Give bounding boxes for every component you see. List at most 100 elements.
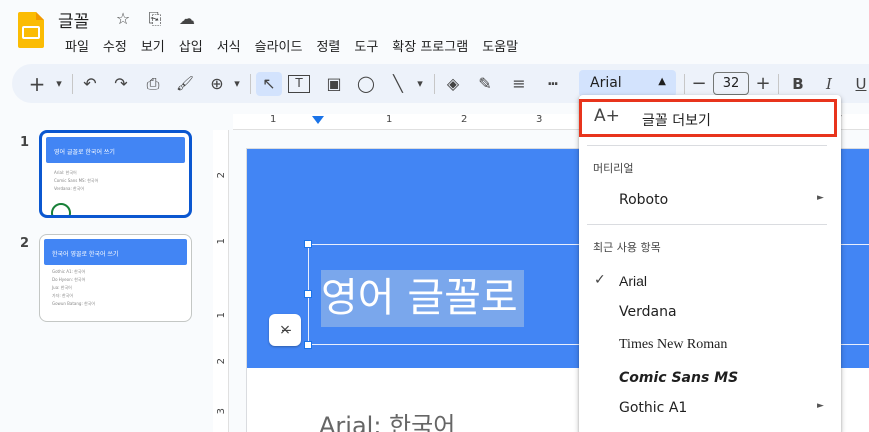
- select-tool-icon[interactable]: ↖: [256, 72, 282, 96]
- slide-thumbnail-2[interactable]: 한국어 영꼴로 한국어 쓰기 Gothic A1: 한국어 Do Hyeon: …: [39, 234, 192, 322]
- add-font-icon: A+: [594, 106, 620, 126]
- selected-title-text[interactable]: 영어 글꼴로: [321, 270, 524, 327]
- slides-logo-icon[interactable]: [18, 12, 44, 48]
- fill-color-icon[interactable]: ◈: [442, 72, 464, 96]
- more-fonts-item[interactable]: A+ 글꼴 더보기: [579, 99, 837, 137]
- indent-marker-icon[interactable]: [312, 116, 324, 124]
- menu-bar: 파일 수정 보기 삽입 서식 슬라이드 정렬 도구 확장 프로그램 도움말: [58, 35, 525, 58]
- resize-handle[interactable]: [304, 240, 312, 248]
- zoom-icon[interactable]: ⊕: [206, 72, 228, 96]
- border-weight-icon[interactable]: ≡: [508, 72, 530, 96]
- menu-help[interactable]: 도움말: [475, 35, 525, 58]
- menu-format[interactable]: 서식: [210, 35, 248, 58]
- thumbnail-line: 가자: 한국어: [52, 293, 74, 298]
- font-item-comic-sans[interactable]: Comic Sans MS: [619, 370, 738, 386]
- slide-thumbnail-1[interactable]: 영어 글꼴로 한국어 쓰기 Arial: 한국어 Comic Sans MS: …: [39, 130, 192, 218]
- body-text[interactable]: Arial: 한국어: [319, 406, 455, 432]
- more-fonts-label: 글꼴 더보기: [642, 113, 711, 129]
- submenu-arrow-icon: ►: [817, 401, 824, 411]
- image-icon[interactable]: ▣: [323, 72, 345, 96]
- collaborator-marker-icon: [51, 203, 71, 215]
- thumbnail-title-bar: 영어 글꼴로 한국어 쓰기: [46, 137, 185, 163]
- ruler-tick: 1: [216, 312, 227, 319]
- thumbnail-line: Do Hyeon: 한국어: [52, 277, 86, 282]
- toolbar-divider: [778, 74, 779, 94]
- ruler-tick: 1: [216, 238, 227, 245]
- resize-handle[interactable]: [304, 341, 312, 349]
- thumbnail-line: Jua: 한국어: [52, 285, 72, 290]
- thumbnail-title: 한국어 영꼴로 한국어 쓰기: [52, 251, 119, 258]
- ruler-tick: 3: [536, 114, 543, 125]
- ruler-tick: 2: [216, 172, 227, 179]
- increase-font-size-icon[interactable]: +: [753, 72, 773, 96]
- slide-number: 2: [20, 236, 30, 251]
- font-select-value: Arial: [590, 75, 622, 91]
- ruler-tick: 1: [270, 114, 277, 125]
- font-size-input[interactable]: 32: [713, 72, 749, 95]
- font-dropdown-menu: A+ 글꼴 더보기 머티리얼 Roboto ► 최근 사용 항목 ✓ Arial…: [579, 95, 841, 432]
- star-icon[interactable]: ☆: [112, 9, 134, 29]
- font-item-verdana[interactable]: Verdana: [619, 304, 677, 320]
- bold-icon[interactable]: B: [787, 72, 809, 96]
- toolbar-divider: [72, 74, 73, 94]
- textbox-icon[interactable]: T: [288, 75, 310, 93]
- toolbar-divider: [250, 74, 251, 94]
- document-title[interactable]: 글꼴: [58, 7, 89, 32]
- menu-edit[interactable]: 수정: [96, 35, 134, 58]
- menu-view[interactable]: 보기: [134, 35, 172, 58]
- font-select[interactable]: Arial ▲: [579, 70, 676, 97]
- section-header-material: 머티리얼: [593, 162, 634, 175]
- border-dash-icon[interactable]: ┅: [542, 72, 564, 96]
- font-caret-icon: ▲: [658, 76, 666, 87]
- new-slide-icon[interactable]: +: [26, 72, 48, 96]
- font-item-times-new-roman[interactable]: Times New Roman: [619, 337, 727, 353]
- print-icon[interactable]: ⎙: [142, 72, 164, 96]
- undo-icon[interactable]: ↶: [79, 72, 101, 96]
- move-folder-icon[interactable]: ⎘: [144, 9, 166, 29]
- thumbnail-line: Verdana: 한국어: [54, 186, 85, 191]
- slides-app: 글꼴 ☆ ⎘ ☁ 파일 수정 보기 삽입 서식 슬라이드 정렬 도구 확장 프로…: [0, 0, 869, 432]
- thumbnail-line: Gothic A1: 한국어: [52, 269, 86, 274]
- line-icon[interactable]: ╲: [387, 72, 409, 96]
- menu-insert[interactable]: 삽입: [172, 35, 210, 58]
- ruler-tick: 2: [216, 358, 227, 365]
- title-actions: ☆ ⎘ ☁: [112, 9, 198, 29]
- submenu-arrow-icon: ►: [817, 193, 824, 203]
- thumbnail-title: 영어 글꼴로 한국어 쓰기: [54, 149, 115, 156]
- border-color-icon[interactable]: ✎: [474, 72, 496, 96]
- check-icon: ✓: [594, 272, 606, 288]
- clear-formatting-icon[interactable]: ⨯̶: [269, 314, 301, 346]
- menu-divider: [587, 224, 827, 225]
- toolbar-divider: [684, 74, 685, 94]
- ruler-tick: 2: [461, 114, 468, 125]
- font-item-gothic-a1[interactable]: Gothic A1: [619, 400, 687, 416]
- cloud-status-icon[interactable]: ☁: [176, 9, 198, 29]
- redo-icon[interactable]: ↷: [110, 72, 132, 96]
- menu-arrange[interactable]: 정렬: [309, 35, 347, 58]
- menu-slide[interactable]: 슬라이드: [248, 35, 310, 58]
- vertical-ruler[interactable]: 2 1 1 2 3: [213, 130, 229, 432]
- thumbnail-title-bar: 한국어 영꼴로 한국어 쓰기: [44, 239, 187, 265]
- line-caret-icon[interactable]: ▾: [413, 72, 427, 96]
- thumbnail-line: Gowun Batang: 한국어: [52, 301, 96, 306]
- font-item-arial[interactable]: Arial: [619, 273, 647, 289]
- toolbar-divider: [434, 74, 435, 94]
- menu-divider: [587, 145, 827, 146]
- font-item-roboto[interactable]: Roboto: [619, 192, 668, 208]
- menu-tools[interactable]: 도구: [347, 35, 385, 58]
- slide-number: 1: [20, 135, 30, 150]
- decrease-font-size-icon[interactable]: −: [689, 72, 709, 96]
- shape-icon[interactable]: ◯: [355, 72, 377, 96]
- paint-format-icon[interactable]: 🖌: [174, 72, 196, 96]
- underline-icon[interactable]: U: [850, 72, 869, 96]
- menu-file[interactable]: 파일: [58, 35, 96, 58]
- thumbnail-line: Arial: 한국어: [54, 170, 77, 175]
- ruler-tick: 3: [216, 408, 227, 415]
- ruler-tick: 1: [386, 114, 393, 125]
- italic-icon[interactable]: I: [818, 72, 840, 96]
- resize-handle[interactable]: [304, 290, 312, 298]
- menu-extensions[interactable]: 확장 프로그램: [385, 35, 475, 58]
- new-slide-caret-icon[interactable]: ▾: [52, 72, 66, 96]
- section-header-recent: 최근 사용 항목: [593, 241, 661, 254]
- zoom-caret-icon[interactable]: ▾: [230, 72, 244, 96]
